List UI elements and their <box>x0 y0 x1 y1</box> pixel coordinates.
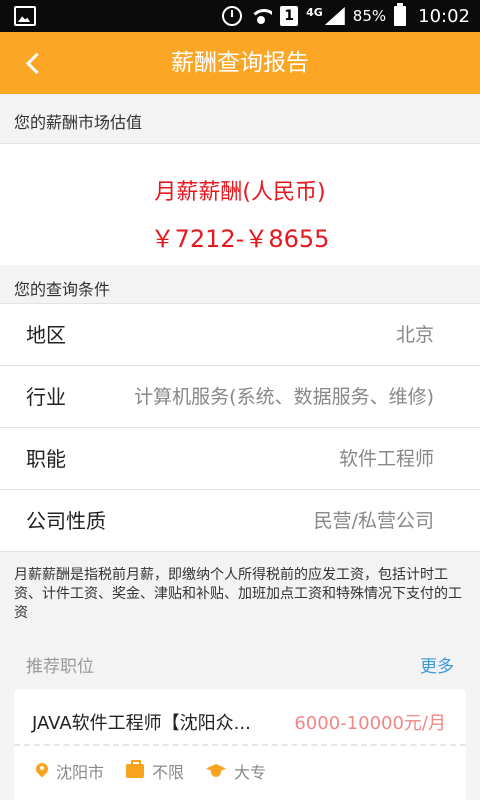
conditions-section-label: 您的查询条件 <box>14 280 111 299</box>
condition-row-function: 职能 软件工程师 <box>0 428 480 490</box>
recommended-jobs-title: 推荐职位 <box>26 657 94 677</box>
salary-definition-note: 月薪薪酬是指税前月薪，即缴纳个人所得税前的应发工资，包括计时工资、计件工资、奖金… <box>14 567 462 621</box>
briefcase-icon <box>126 760 145 778</box>
wifi-icon <box>250 7 272 25</box>
valuation-card: 月薪薪酬(人民币) ￥7212-￥8655 <box>0 143 480 265</box>
job-title: JAVA软件工程师【沈阳众... <box>32 713 251 734</box>
job-education: 大专 <box>234 763 267 782</box>
job-experience-tag: 不限 <box>126 759 184 783</box>
page-title: 薪酬查询报告 <box>171 50 309 76</box>
app-header: 薪酬查询报告 <box>0 32 480 94</box>
signal-icon <box>324 7 345 25</box>
job-city-tag: 沈阳市 <box>36 759 104 783</box>
status-bar: 1 4G 85% 10:02 <box>0 0 480 32</box>
condition-value: 软件工程师 <box>338 448 434 470</box>
network-type: 4G <box>306 5 323 19</box>
salary-range: ￥7212-￥8655 <box>150 225 330 253</box>
job-card[interactable]: JAVA软件工程师【沈阳众... 6000-10000元/月 沈阳市 不限 大专 <box>14 689 466 800</box>
location-pin-icon <box>36 763 48 779</box>
divider <box>14 744 466 746</box>
gallery-notification-icon <box>14 6 36 26</box>
condition-label: 公司性质 <box>26 509 106 533</box>
job-salary: 6000-10000元/月 <box>294 713 446 734</box>
condition-row-region: 地区 北京 <box>0 304 480 366</box>
battery-percent: 85% <box>352 7 387 25</box>
condition-row-industry: 行业 计算机服务(系统、数据服务、维修) <box>0 366 480 428</box>
condition-value: 北京 <box>395 324 434 346</box>
condition-value: 计算机服务(系统、数据服务、维修) <box>134 386 434 408</box>
graduation-cap-icon <box>206 764 226 778</box>
alarm-icon <box>222 6 243 26</box>
job-education-tag: 大专 <box>206 759 266 783</box>
condition-label: 行业 <box>26 385 66 409</box>
condition-label: 地区 <box>26 323 66 347</box>
clock: 10:02 <box>418 5 470 27</box>
condition-label: 职能 <box>26 447 66 471</box>
sim-slot-icon: 1 <box>280 6 299 26</box>
more-link[interactable]: 更多 <box>420 652 454 677</box>
job-city: 沈阳市 <box>56 763 105 782</box>
valuation-section-label: 您的薪酬市场估值 <box>14 113 143 132</box>
condition-row-company-type: 公司性质 民营/私营公司 <box>0 490 480 552</box>
conditions-list: 地区 北京 行业 计算机服务(系统、数据服务、维修) 职能 软件工程师 公司性质… <box>0 303 480 552</box>
salary-type: 月薪薪酬(人民币) <box>154 180 326 205</box>
job-experience: 不限 <box>152 763 185 782</box>
battery-icon <box>394 3 407 26</box>
condition-value: 民营/私营公司 <box>313 510 434 532</box>
